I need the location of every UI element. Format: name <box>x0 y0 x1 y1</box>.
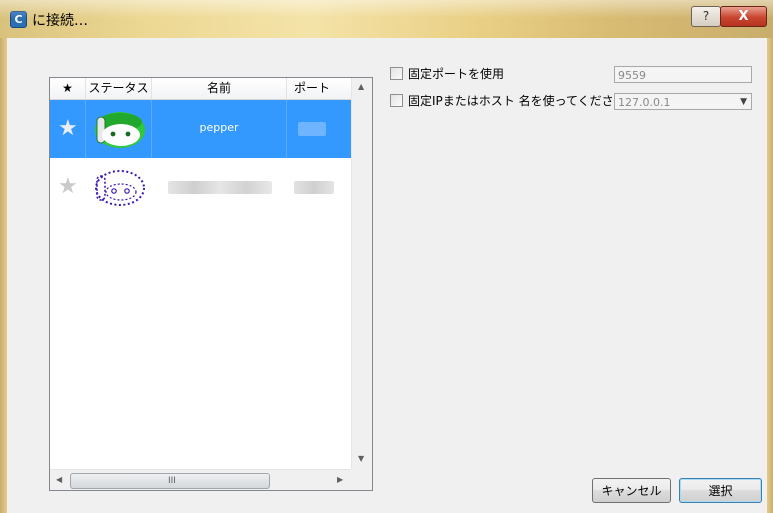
window-title: に接続… <box>32 13 88 29</box>
select-button[interactable]: 選択 <box>679 478 762 503</box>
favorite-star-icon[interactable]: ★ <box>58 118 78 140</box>
list-item[interactable]: ★ pepper <box>50 100 351 158</box>
list-header: ★ ステータス 名前 ポート <box>50 78 351 100</box>
title-bar[interactable]: C に接続… ? X <box>0 0 773 39</box>
help-button[interactable]: ? <box>691 6 721 27</box>
robot-online-icon <box>95 112 145 148</box>
robot-offline-icon <box>95 170 145 206</box>
scrollbar-corner <box>351 469 372 490</box>
chevron-down-icon[interactable]: ▼ <box>740 94 747 111</box>
scroll-down-icon[interactable]: ▼ <box>358 454 364 463</box>
fixed-ip-value: 127.0.0.1 <box>618 96 671 109</box>
robot-name: pepper <box>199 121 239 134</box>
obscured-robot-name <box>168 181 272 194</box>
robot-list[interactable]: ★ ステータス 名前 ポート ★ pepper ★ ▲ ▼ ◀ III ▶ <box>49 77 373 491</box>
dialog-body: ★ ステータス 名前 ポート ★ pepper ★ ▲ ▼ ◀ III ▶ 固定… <box>7 38 767 513</box>
favorite-star-icon[interactable]: ★ <box>58 176 78 198</box>
fixed-port-checkbox[interactable] <box>390 67 403 80</box>
column-header-name[interactable]: 名前 <box>152 78 287 99</box>
column-header-status[interactable]: ステータス <box>86 78 152 99</box>
fixed-port-label: 固定ポートを使用 <box>408 67 505 81</box>
horizontal-scrollbar[interactable]: ◀ III ▶ <box>50 469 351 490</box>
obscured-port <box>294 181 334 194</box>
close-button[interactable]: X <box>720 6 767 27</box>
scroll-right-icon[interactable]: ▶ <box>337 475 343 484</box>
fixed-ip-label: 固定IPまたはホスト 名を使ってください <box>408 94 626 108</box>
app-icon: C <box>10 11 27 28</box>
scroll-grip: III <box>168 476 176 486</box>
window-frame-right <box>767 38 773 513</box>
obscured-port <box>298 122 326 136</box>
scroll-up-icon[interactable]: ▲ <box>358 82 364 91</box>
scroll-left-icon[interactable]: ◀ <box>56 475 62 484</box>
fixed-ip-checkbox[interactable] <box>390 94 403 107</box>
fixed-ip-dropdown[interactable]: 127.0.0.1 ▼ <box>614 93 752 110</box>
list-item[interactable]: ★ <box>50 158 351 216</box>
window-frame-left <box>0 38 7 513</box>
fixed-port-field[interactable]: 9559 <box>614 66 752 83</box>
column-header-port[interactable]: ポート <box>287 78 337 99</box>
column-header-favorite[interactable]: ★ <box>50 78 86 99</box>
horizontal-scroll-thumb[interactable]: III <box>70 473 270 489</box>
cancel-button[interactable]: キャンセル <box>592 478 671 503</box>
vertical-scrollbar[interactable]: ▲ ▼ <box>351 78 372 469</box>
